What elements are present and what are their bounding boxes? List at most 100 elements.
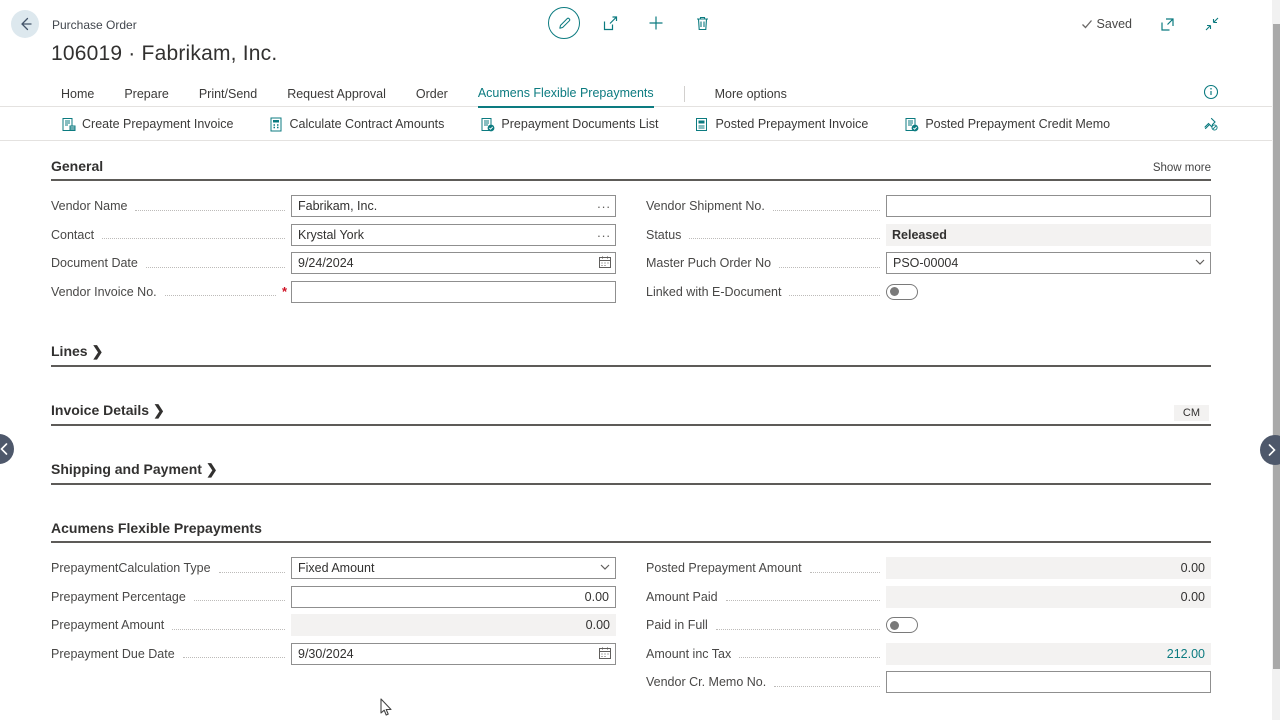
collapse-icon <box>1205 17 1219 31</box>
field-prepayment-calculation-type: PrepaymentCalculation Type <box>51 557 616 579</box>
chevron-down-icon <box>1193 255 1207 269</box>
document-date-input[interactable] <box>291 252 616 274</box>
amount-inc-tax-drilldown[interactable]: 212.00 <box>1167 647 1205 661</box>
dotted-leader <box>219 572 285 573</box>
delete-button[interactable] <box>686 7 718 39</box>
calendar-icon <box>598 255 612 269</box>
vertical-scrollbar[interactable] <box>1272 0 1280 720</box>
field-label: Contact <box>51 228 94 242</box>
amount-inc-tax-field: 212.00 <box>886 643 1211 665</box>
prepayment-amount-value: 0.00 <box>291 614 616 636</box>
field-label: Vendor Name <box>51 199 127 213</box>
dotted-leader <box>172 629 285 630</box>
posted-prepayment-invoice-button[interactable]: Posted Prepayment Invoice <box>694 117 868 132</box>
field-label: Vendor Invoice No. <box>51 285 157 299</box>
tab-divider <box>684 86 685 102</box>
create-prepayment-invoice-button[interactable]: Create Prepayment Invoice <box>61 117 233 132</box>
vendor-name-input[interactable] <box>291 195 616 217</box>
field-status: Status Released <box>646 224 1211 246</box>
action-bar: Create Prepayment Invoice Calculate Cont… <box>0 108 1272 141</box>
general-section-header: General Show more <box>51 158 1211 181</box>
lines-section-header[interactable]: Lines❯ <box>51 343 1211 367</box>
field-prepayment-percentage: Prepayment Percentage <box>51 586 616 608</box>
amount-paid-value: 0.00 <box>886 586 1211 608</box>
calculate-contract-amounts-button[interactable]: Calculate Contract Amounts <box>269 117 444 132</box>
edit-button[interactable] <box>548 7 580 39</box>
field-label: Prepayment Percentage <box>51 590 186 604</box>
invoice-details-section-header[interactable]: Invoice Details❯ CM <box>51 402 1211 426</box>
calendar-button[interactable] <box>598 255 612 272</box>
tab-more-options[interactable]: More options <box>715 87 787 107</box>
dotted-leader <box>102 238 285 239</box>
dotted-leader <box>689 238 880 239</box>
assist-edit-button[interactable]: ... <box>597 196 611 211</box>
tab-order[interactable]: Order <box>416 87 448 107</box>
page-content: General Show more Vendor Name ... Contac… <box>51 141 1211 700</box>
info-button[interactable] <box>1203 84 1219 103</box>
scrollbar-thumb[interactable] <box>1273 24 1280 669</box>
invoice-details-section-title: Invoice Details❯ <box>51 402 165 419</box>
dotted-leader <box>165 295 276 296</box>
next-record-button[interactable] <box>1260 435 1280 465</box>
back-arrow-icon <box>17 16 33 32</box>
tab-request-approval[interactable]: Request Approval <box>287 87 386 107</box>
back-button[interactable] <box>11 10 39 38</box>
share-icon <box>602 15 619 32</box>
documents-list-icon <box>480 117 495 132</box>
previous-record-button[interactable] <box>0 434 14 464</box>
tab-acumens-flexible-prepayments[interactable]: Acumens Flexible Prepayments <box>478 86 654 108</box>
tab-print-send[interactable]: Print/Send <box>199 87 257 107</box>
dotted-leader <box>789 295 880 296</box>
field-vendor-cr-memo-no: Vendor Cr. Memo No. <box>646 671 1211 693</box>
pin-button[interactable] <box>1202 116 1219 136</box>
trash-icon <box>695 15 710 31</box>
field-label: Vendor Cr. Memo No. <box>646 675 766 689</box>
popout-icon <box>1160 17 1175 32</box>
plus-icon <box>648 15 664 31</box>
contact-input[interactable] <box>291 224 616 246</box>
toggle-knob <box>890 287 899 296</box>
linked-with-edocument-toggle[interactable] <box>886 284 918 300</box>
title-bar: Purchase Order Saved <box>0 0 1280 46</box>
prepayments-section-title: Acumens Flexible Prepayments <box>51 520 262 536</box>
dotted-leader <box>135 210 285 211</box>
open-in-new-window-button[interactable] <box>1157 14 1177 34</box>
cm-badge[interactable]: CM <box>1174 405 1209 421</box>
master-purch-order-no-select[interactable] <box>886 252 1211 274</box>
posted-prepayment-credit-memo-button[interactable]: Posted Prepayment Credit Memo <box>904 117 1110 132</box>
required-asterisk: * <box>282 284 287 299</box>
assist-edit-button[interactable]: ... <box>597 225 611 240</box>
prepayment-due-date-input[interactable] <box>291 643 616 665</box>
chevron-down-icon <box>598 560 612 574</box>
shipping-payment-section-header[interactable]: Shipping and Payment❯ <box>51 461 1211 485</box>
dotted-leader <box>183 657 285 658</box>
collapse-window-button[interactable] <box>1202 14 1222 34</box>
vendor-cr-memo-no-input[interactable] <box>886 671 1211 693</box>
field-label: Vendor Shipment No. <box>646 199 765 213</box>
field-amount-inc-tax: Amount inc Tax 212.00 <box>646 643 1211 665</box>
tab-prepare[interactable]: Prepare <box>124 87 168 107</box>
status-value: Released <box>886 224 1211 246</box>
prepayment-calculation-type-select[interactable] <box>291 557 616 579</box>
shipping-payment-section-title: Shipping and Payment❯ <box>51 461 218 478</box>
show-more-link[interactable]: Show more <box>1153 162 1211 174</box>
posted-prepayment-amount-value: 0.00 <box>886 557 1211 579</box>
toggle-knob <box>890 621 899 630</box>
paid-in-full-toggle[interactable] <box>886 617 918 633</box>
prepayment-percentage-input[interactable] <box>291 586 616 608</box>
tab-strip: Home Prepare Print/Send Request Approval… <box>0 81 1272 107</box>
calendar-button[interactable] <box>598 646 612 663</box>
info-icon <box>1203 84 1219 100</box>
share-button[interactable] <box>594 7 626 39</box>
prepayments-fields: PrepaymentCalculation Type Prepayment Pe… <box>51 557 1211 700</box>
vendor-invoice-no-input[interactable] <box>291 281 616 303</box>
field-label: Master Puch Order No <box>646 256 771 270</box>
prepayment-documents-list-button[interactable]: Prepayment Documents List <box>480 117 658 132</box>
chevron-left-icon <box>0 443 9 455</box>
new-button[interactable] <box>640 7 672 39</box>
dropdown-button[interactable] <box>1193 255 1207 272</box>
dropdown-button[interactable] <box>598 560 612 577</box>
vendor-shipment-no-input[interactable] <box>886 195 1211 217</box>
tab-home[interactable]: Home <box>61 87 94 107</box>
field-linked-with-edocument: Linked with E-Document <box>646 281 1211 303</box>
